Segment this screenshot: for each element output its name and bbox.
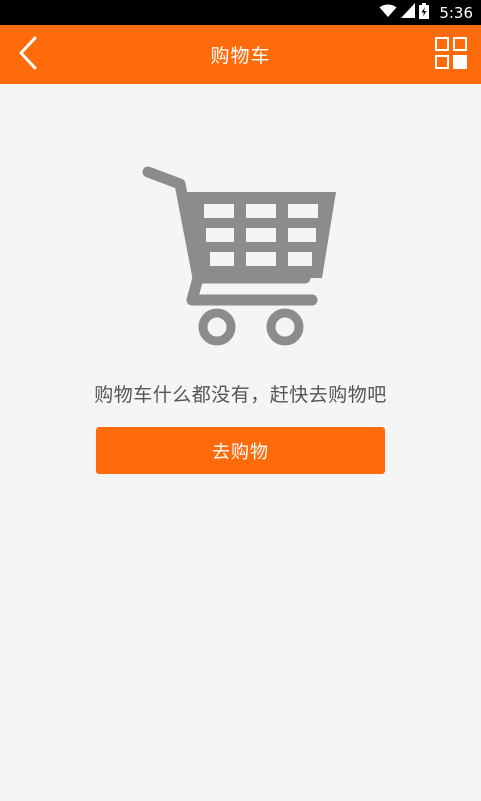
back-button[interactable] (8, 34, 48, 76)
battery-icon (419, 2, 430, 23)
empty-cart-message: 购物车什么都没有，赶快去购物吧 (94, 384, 387, 406)
chevron-left-icon (18, 36, 38, 74)
app-bar: 购物车 (0, 25, 481, 84)
status-time: 5:36 (439, 3, 473, 22)
wifi-icon (379, 3, 397, 22)
shopping-cart-icon (140, 160, 340, 350)
status-bar: 5:36 (0, 0, 481, 25)
go-shopping-button[interactable]: 去购物 (96, 427, 385, 474)
page-title: 购物车 (210, 45, 271, 67)
empty-cart-content: 购物车什么都没有，赶快去购物吧 去购物 (0, 84, 481, 801)
grid-icon (435, 37, 467, 73)
grid-menu-button[interactable] (429, 34, 473, 76)
signal-icon (401, 3, 416, 22)
